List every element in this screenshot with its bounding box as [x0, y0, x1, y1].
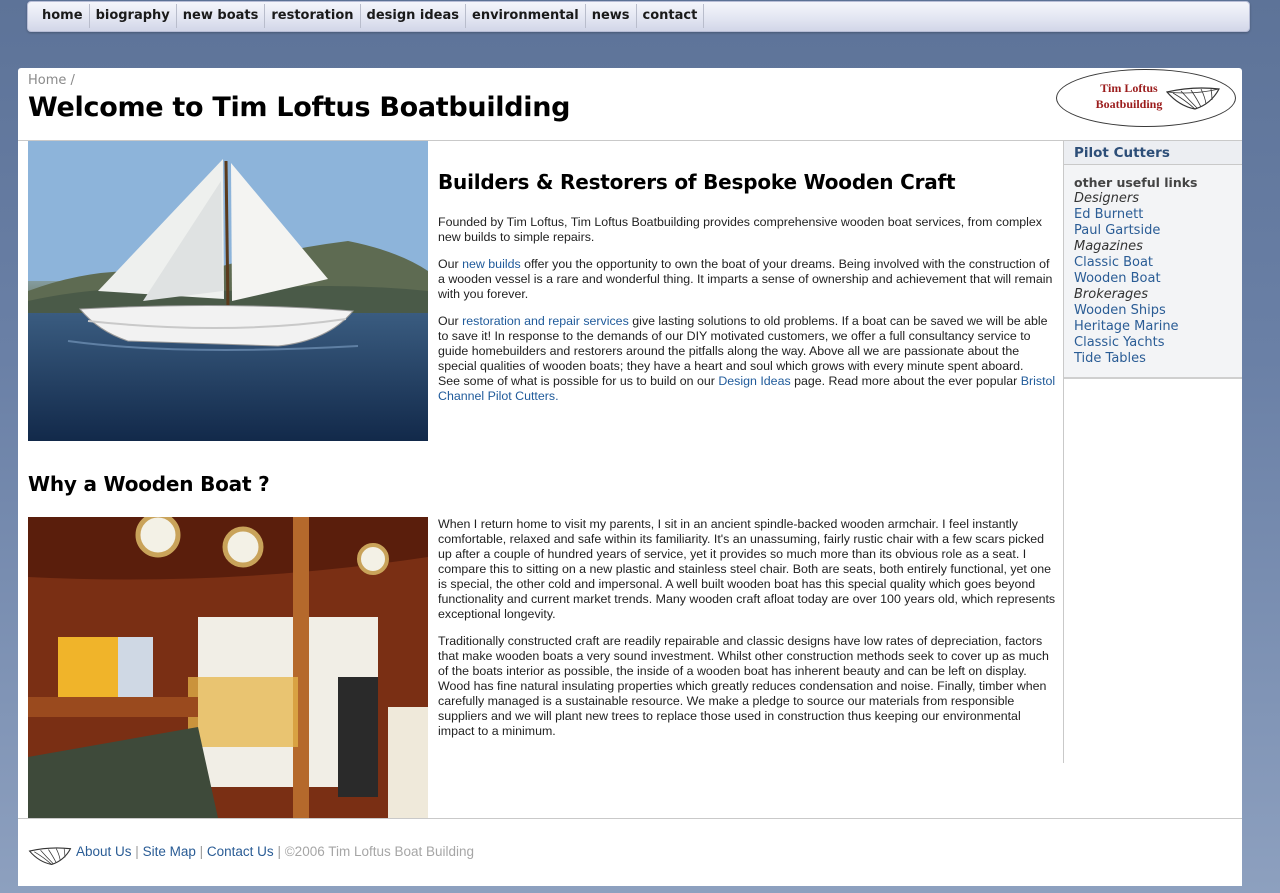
sidebar-category-brokerages: Brokerages — [1074, 287, 1149, 302]
intro-text: Founded by Tim Loftus, Tim Loftus Boatbu… — [438, 215, 1058, 416]
sidebar-link-wooden-ships[interactable]: Wooden Ships — [1074, 303, 1242, 319]
page-panel: Home / Welcome to Tim Loftus Boatbuildin… — [18, 68, 1242, 886]
logo-text: Tim Loftus Boatbuilding — [1087, 80, 1171, 112]
breadcrumb-home[interactable]: Home — [28, 73, 66, 88]
sidebar-subtitle: other useful links — [1074, 175, 1198, 190]
sidebar-category-magazines: Magazines — [1074, 239, 1143, 254]
breadcrumb-separator: / — [70, 73, 75, 88]
heading-builders-restorers: Builders & Restorers of Bespoke Wooden C… — [438, 170, 956, 194]
heading-why-wooden-boat: Why a Wooden Boat ? — [28, 472, 270, 496]
sidebar-link-heritage-marine[interactable]: Heritage Marine — [1074, 319, 1242, 335]
wooden-boat-text: When I return home to visit my parents, … — [438, 517, 1058, 751]
restoration-services-link[interactable]: restoration and repair services — [462, 314, 629, 328]
sidebar-title-pilot-cutters[interactable]: Pilot Cutters — [1064, 141, 1242, 165]
sidebar-links-box: Pilot Cutters other useful links Designe… — [1064, 141, 1242, 379]
breadcrumb: Home / — [28, 73, 75, 88]
nav-biography[interactable]: biography — [90, 4, 177, 28]
yacht-photo — [28, 141, 428, 441]
footer-links: About Us | Site Map | Contact Us | ©2006… — [76, 844, 474, 859]
footer-site-map-link[interactable]: Site Map — [143, 844, 196, 859]
sidebar-link-wooden-boat[interactable]: Wooden Boat — [1074, 271, 1242, 287]
boat-interior-photo — [28, 517, 428, 818]
intro-paragraph-4: See some of what is possible for us to b… — [438, 374, 1058, 404]
nav-environmental[interactable]: environmental — [466, 4, 586, 28]
intro-paragraph-1: Founded by Tim Loftus, Tim Loftus Boatbu… — [438, 215, 1043, 244]
sidebar-link-tide-tables[interactable]: Tide Tables — [1074, 351, 1242, 367]
design-ideas-link[interactable]: Design Ideas — [718, 374, 790, 388]
page-header: Home / Welcome to Tim Loftus Boatbuildin… — [18, 68, 1242, 141]
nav-design-ideas[interactable]: design ideas — [361, 4, 467, 28]
nav-contact[interactable]: contact — [637, 4, 705, 28]
nav-new-boats[interactable]: new boats — [177, 4, 266, 28]
text-span: See some of what is possible for us to b… — [438, 374, 719, 388]
nav-news[interactable]: news — [586, 4, 637, 28]
text-span: Our — [438, 314, 463, 328]
page-footer: About Us | Site Map | Contact Us | ©2006… — [18, 818, 1242, 886]
logo-line-1: Tim Loftus — [1100, 81, 1158, 95]
intro-paragraph-3: Our restoration and repair services give… — [438, 314, 1058, 374]
footer-contact-us-link[interactable]: Contact Us — [207, 844, 274, 859]
top-nav: home biography new boats restoration des… — [27, 1, 1250, 32]
sidebar-link-classic-yachts[interactable]: Classic Yachts — [1074, 335, 1242, 351]
sidebar-link-classic-boat[interactable]: Classic Boat — [1074, 255, 1242, 271]
logo-line-2: Boatbuilding — [1095, 97, 1163, 111]
boat-hull-icon — [1165, 87, 1220, 110]
sidebar-link-ed-burnett[interactable]: Ed Burnett — [1074, 207, 1242, 223]
nav-restoration[interactable]: restoration — [265, 4, 361, 28]
footer-separator: | — [135, 844, 139, 859]
new-builds-link[interactable]: new builds — [462, 257, 521, 271]
page-title: Welcome to Tim Loftus Boatbuilding — [28, 92, 571, 123]
boat-hull-icon — [28, 847, 72, 865]
nav-home[interactable]: home — [36, 4, 90, 28]
text-span: Our — [438, 257, 463, 271]
wooden-boat-paragraph-1: When I return home to visit my parents, … — [438, 517, 1056, 621]
sidebar-link-paul-gartside[interactable]: Paul Gartside — [1074, 223, 1242, 239]
text-span: offer you the opportunity to own the boa… — [438, 257, 1053, 301]
wooden-boat-paragraph-2: Traditionally constructed craft are read… — [438, 634, 1049, 738]
footer-separator: | — [199, 844, 204, 859]
footer-about-us-link[interactable]: About Us — [76, 844, 132, 859]
site-logo[interactable]: Tim Loftus Boatbuilding — [1056, 69, 1236, 127]
footer-copyright: ©2006 Tim Loftus Boat Building — [284, 844, 475, 859]
sidebar-link-list: Designers Ed Burnett Paul Gartside Magaz… — [1064, 191, 1242, 367]
intro-paragraph-2: Our new builds offer you the opportunity… — [438, 257, 1058, 302]
text-span: page. Read more about the ever popular — [790, 374, 1021, 388]
sidebar: Pilot Cutters other useful links Designe… — [1063, 141, 1242, 763]
footer-separator: | — [277, 844, 281, 859]
sidebar-category-designers: Designers — [1074, 191, 1139, 206]
